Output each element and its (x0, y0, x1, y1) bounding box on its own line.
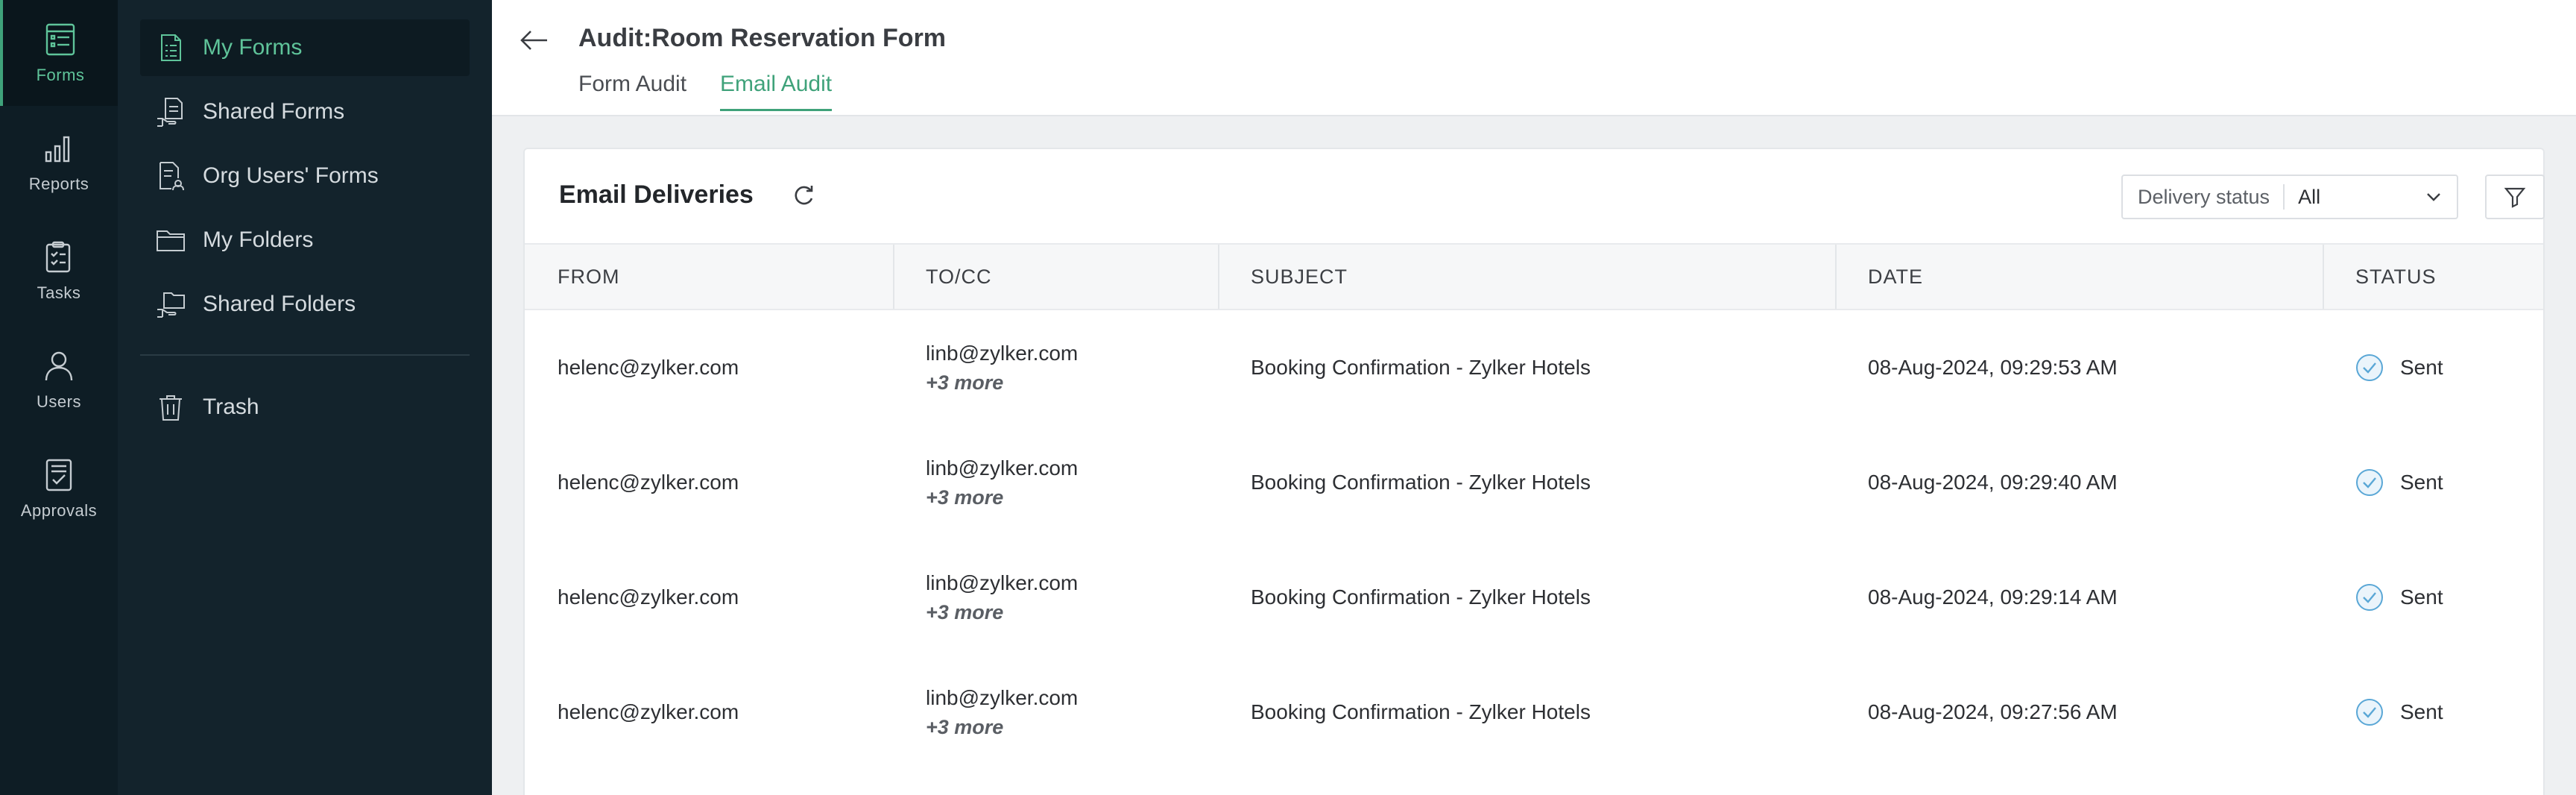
nav-label-my-folders: My Folders (203, 227, 314, 252)
reports-icon (45, 136, 70, 163)
to-address: linb@zylker.com (926, 571, 1079, 594)
status-cell: Sent (2323, 655, 2443, 770)
table-row[interactable]: helenc@zylker.com linb@zylker.com +3 mor… (525, 655, 2543, 770)
from-cell: helenc@zylker.com (558, 471, 739, 494)
nav-label-trash: Trash (203, 395, 259, 419)
table-row[interactable]: helenc@zylker.com linb@zylker.com +3 mor… (525, 540, 2543, 655)
nav-item-my-forms[interactable]: My Forms (140, 19, 470, 76)
date-cell: 08-Aug-2024, 09:29:53 AM (1868, 356, 2118, 379)
nav-label-org-users-forms: Org Users' Forms (203, 163, 379, 188)
rail-label-approvals: Approvals (20, 501, 98, 520)
rail-item-tasks[interactable]: Tasks (0, 218, 118, 324)
folder-icon (157, 230, 185, 251)
app-rail: Forms Reports Tasks Users Approvals (0, 0, 118, 795)
check-circle-icon (2356, 699, 2383, 726)
to-cc-cell: linb@zylker.com +3 more (893, 655, 1078, 770)
more-recipients-link[interactable]: +3 more (926, 486, 1078, 509)
nav-label-shared-folders: Shared Folders (203, 292, 356, 316)
status-cell: Sent (2323, 425, 2443, 540)
filter-button[interactable] (2485, 175, 2545, 219)
rail-label-forms: Forms (36, 66, 85, 84)
status-text: Sent (2400, 356, 2443, 379)
rail-label-users: Users (37, 392, 81, 411)
my-forms-icon (161, 34, 181, 61)
tab-form-audit[interactable]: Form Audit (578, 72, 686, 109)
status-text: Sent (2400, 585, 2443, 609)
more-recipients-link[interactable]: +3 more (926, 716, 1078, 739)
nav-label-shared-forms: Shared Forms (203, 99, 345, 124)
column-header-to-cc: TO/CC (926, 265, 992, 288)
from-cell: helenc@zylker.com (558, 585, 739, 609)
page-title: Audit:Room Reservation Form (578, 24, 947, 52)
nav-item-org-users-forms[interactable]: Org Users' Forms (140, 148, 470, 204)
filter-icon (2504, 187, 2526, 208)
card-title: Email Deliveries (559, 180, 754, 209)
chevron-down-icon (2427, 193, 2440, 201)
date-cell: 08-Aug-2024, 09:29:40 AM (1868, 471, 2118, 494)
more-recipients-link[interactable]: +3 more (926, 601, 1078, 624)
column-header-subject: SUBJECT (1251, 265, 1348, 288)
date-cell: 08-Aug-2024, 09:29:14 AM (1868, 585, 2118, 609)
check-circle-icon (2356, 469, 2383, 496)
to-cc-cell: linb@zylker.com +3 more (893, 540, 1078, 655)
to-cc-cell: linb@zylker.com +3 more (893, 310, 1078, 425)
subject-cell: Booking Confirmation - Zylker Hotels (1251, 471, 1591, 494)
subject-cell: Booking Confirmation - Zylker Hotels (1251, 585, 1591, 609)
email-deliveries-card: Email Deliveries Delivery status All FRO… (523, 148, 2545, 795)
users-icon (45, 351, 73, 381)
subject-cell: Booking Confirmation - Zylker Hotels (1251, 700, 1591, 723)
main-content: Audit:Room Reservation Form Form Audit E… (492, 0, 2576, 795)
to-address: linb@zylker.com (926, 685, 1079, 709)
nav-item-shared-folders[interactable]: Shared Folders (140, 276, 470, 333)
delivery-status-select[interactable]: Delivery status All (2121, 175, 2458, 219)
rail-item-approvals[interactable]: Approvals (0, 436, 118, 541)
nav-item-trash[interactable]: Trash (140, 379, 470, 436)
table-header: FROM TO/CC SUBJECT DATE STATUS (525, 243, 2543, 310)
status-cell: Sent (2323, 540, 2443, 655)
refresh-icon[interactable] (790, 182, 817, 209)
rail-label-tasks: Tasks (37, 283, 81, 302)
forms-nav-panel: My Forms Shared Forms Org Users' Forms M… (118, 0, 492, 795)
table-row[interactable]: helenc@zylker.com linb@zylker.com +3 mor… (525, 310, 2543, 425)
nav-item-shared-forms[interactable]: Shared Forms (140, 84, 470, 140)
subject-cell: Booking Confirmation - Zylker Hotels (1251, 356, 1591, 379)
status-cell: Sent (2323, 310, 2443, 425)
more-recipients-link[interactable]: +3 more (926, 371, 1078, 395)
from-cell: helenc@zylker.com (558, 700, 739, 723)
check-circle-icon (2356, 354, 2383, 381)
forms-icon (45, 23, 75, 56)
delivery-status-label: Delivery status (2123, 184, 2285, 210)
delivery-status-value: All (2298, 185, 2321, 208)
to-cc-cell: linb@zylker.com +3 more (893, 425, 1078, 540)
status-text: Sent (2400, 471, 2443, 494)
nav-item-my-folders[interactable]: My Folders (140, 212, 470, 268)
to-address: linb@zylker.com (926, 341, 1079, 365)
rail-item-users[interactable]: Users (0, 327, 118, 433)
tab-email-audit[interactable]: Email Audit (720, 72, 833, 111)
back-arrow-icon[interactable] (517, 24, 550, 57)
check-circle-icon (2356, 584, 2383, 611)
tasks-icon (45, 241, 71, 273)
to-address: linb@zylker.com (926, 456, 1079, 480)
shared-forms-icon (157, 98, 183, 127)
shared-folder-icon (157, 292, 185, 318)
column-header-status: STATUS (2355, 265, 2437, 288)
nav-label-my-forms: My Forms (203, 35, 303, 60)
approvals-icon (45, 459, 72, 491)
from-cell: helenc@zylker.com (558, 356, 739, 379)
status-text: Sent (2400, 700, 2443, 723)
rail-label-reports: Reports (28, 175, 89, 193)
column-header-from: FROM (558, 265, 620, 288)
page-header: Audit:Room Reservation Form Form Audit E… (492, 0, 2576, 116)
table-row[interactable]: helenc@zylker.com linb@zylker.com +3 mor… (525, 425, 2543, 540)
trash-icon (160, 395, 182, 421)
column-header-date: DATE (1868, 265, 1924, 288)
org-users-forms-icon (160, 162, 184, 191)
nav-divider (140, 354, 470, 356)
rail-item-reports[interactable]: Reports (0, 109, 118, 215)
rail-item-forms[interactable]: Forms (0, 0, 118, 106)
date-cell: 08-Aug-2024, 09:27:56 AM (1868, 700, 2118, 723)
